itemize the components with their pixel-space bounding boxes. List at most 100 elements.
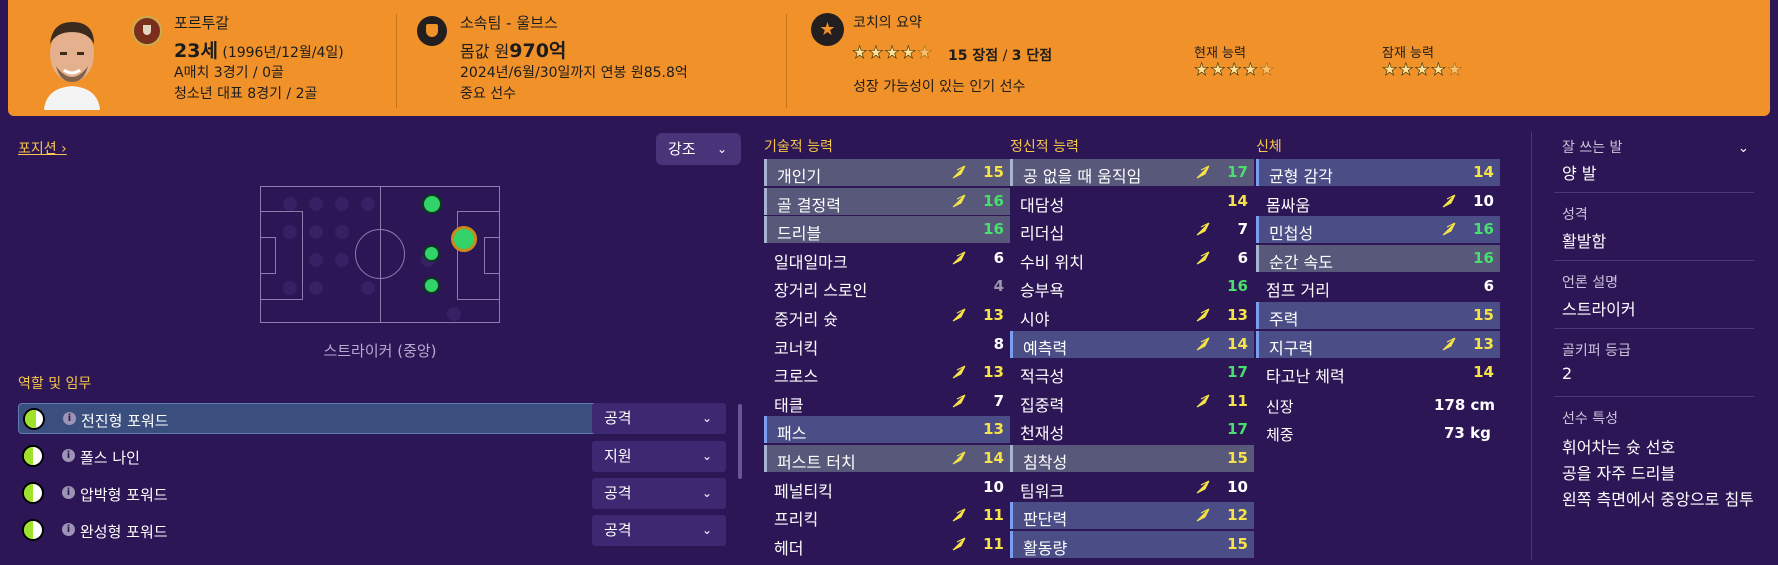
training-arrow-icon bbox=[1196, 222, 1210, 236]
attribute-row[interactable]: 천재성 17 bbox=[1010, 416, 1254, 443]
attribute-row[interactable]: 코너킥 8 bbox=[764, 331, 1010, 358]
duty-dropdown[interactable]: 지원 ⌄ bbox=[592, 441, 726, 472]
attribute-row[interactable]: 수비 위치 6 bbox=[1010, 245, 1254, 272]
role-name: 폴스 나인 bbox=[80, 449, 140, 467]
attribute-row[interactable]: 퍼스트 터치 14 bbox=[764, 445, 1010, 472]
duty-dropdown[interactable]: 공격 ⌄ bbox=[592, 403, 726, 434]
chevron-down-icon: ⌄ bbox=[701, 486, 712, 500]
value-label: 몸값 원 bbox=[460, 42, 510, 61]
attribute-row[interactable]: 집중력 11 bbox=[1010, 388, 1254, 415]
goalkeeper-rating-value: 2 bbox=[1562, 364, 1573, 383]
pitch-center-circle bbox=[355, 229, 405, 279]
attribute-row[interactable]: 지구력 13 bbox=[1256, 330, 1500, 358]
position-link[interactable]: 포지션 › bbox=[18, 138, 67, 158]
attribute-row[interactable]: 크로스 13 bbox=[764, 359, 1010, 386]
emphasis-dropdown[interactable]: 강조 ⌄ bbox=[656, 133, 741, 165]
attribute-value: 11 bbox=[983, 534, 1004, 553]
attribute-row[interactable]: 장거리 스로인 4 bbox=[764, 273, 1010, 300]
info-icon[interactable]: i bbox=[62, 449, 75, 462]
attribute-value: 6 bbox=[993, 248, 1004, 267]
info-icon[interactable]: i bbox=[62, 486, 75, 499]
attribute-row[interactable]: 패스 13 bbox=[764, 416, 1010, 444]
position-slot bbox=[283, 281, 297, 295]
attribute-value: 14 bbox=[1473, 163, 1494, 181]
player-portrait bbox=[44, 22, 100, 110]
attribute-value: 16 bbox=[1227, 277, 1248, 296]
attribute-row[interactable]: 대담성 14 bbox=[1010, 188, 1254, 215]
mental-title: 정신적 능력 bbox=[1010, 139, 1079, 155]
info-divider bbox=[1554, 260, 1754, 261]
international-caps: A매치 3경기 / 0골 bbox=[174, 65, 284, 81]
club-name[interactable]: 소속팀 - 울브스 bbox=[460, 12, 558, 33]
position-slot bbox=[309, 197, 323, 211]
attribute-row[interactable]: 적극성 17 bbox=[1010, 359, 1254, 386]
info-icon[interactable]: i bbox=[62, 523, 75, 536]
attribute-name: 개인기 bbox=[777, 167, 822, 186]
attribute-row[interactable]: 중거리 슛 13 bbox=[764, 302, 1010, 329]
attribute-name: 골 결정력 bbox=[777, 195, 841, 215]
attribute-name: 균형 감각 bbox=[1269, 167, 1333, 186]
attribute-value: 14 bbox=[1227, 191, 1248, 210]
attribute-row[interactable]: 점프 거리 6 bbox=[1256, 273, 1500, 300]
attribute-row[interactable]: 팀워크 10 bbox=[1010, 474, 1254, 501]
coach-rating-stars: ★★★★★ bbox=[852, 43, 934, 64]
attribute-name: 리더십 bbox=[1020, 224, 1065, 244]
position-slot bbox=[335, 225, 349, 239]
attribute-row[interactable]: 개인기 15 bbox=[764, 159, 1010, 186]
attribute-row[interactable]: 활동량 15 bbox=[1010, 530, 1254, 558]
info-icon[interactable]: i bbox=[63, 412, 76, 425]
attribute-row[interactable]: 태클 7 bbox=[764, 388, 1010, 415]
attribute-row[interactable]: 리더십 7 bbox=[1010, 216, 1254, 243]
attribute-value: 11 bbox=[983, 506, 1004, 525]
role-name: 완성형 포워드 bbox=[80, 523, 168, 541]
attribute-row[interactable]: 공 없을 때 움직임 17 bbox=[1010, 159, 1254, 186]
chevron-down-icon: ⌄ bbox=[701, 523, 712, 537]
attribute-value: 10 bbox=[983, 477, 1004, 496]
attribute-row[interactable]: 균형 감각 14 bbox=[1256, 159, 1500, 186]
attribute-row[interactable]: 예측력 14 bbox=[1010, 330, 1254, 358]
attribute-row[interactable]: 몸싸움 10 bbox=[1256, 188, 1500, 215]
attribute-value: 12 bbox=[1227, 506, 1248, 525]
attribute-name: 지구력 bbox=[1269, 338, 1314, 358]
weight-label: 체중 bbox=[1266, 426, 1294, 444]
nationality[interactable]: 포르투갈 bbox=[174, 12, 229, 33]
attribute-row[interactable]: 프리킥 11 bbox=[764, 502, 1010, 529]
current-ability-label: 현재 능력 bbox=[1194, 46, 1246, 61]
attribute-name: 대담성 bbox=[1020, 195, 1065, 215]
attribute-row[interactable]: 순간 속도 16 bbox=[1256, 244, 1500, 272]
attribute-row[interactable]: 타고난 체력 14 bbox=[1256, 359, 1500, 386]
attribute-row[interactable]: 침착성 15 bbox=[1010, 445, 1254, 472]
attribute-value: 14 bbox=[1227, 334, 1248, 353]
position-dot-left-winger bbox=[422, 194, 442, 214]
attribute-row[interactable]: 승부욕 16 bbox=[1010, 273, 1254, 300]
attribute-row[interactable]: 드리블 16 bbox=[764, 216, 1010, 244]
chevron-down-icon[interactable]: ⌄ bbox=[1738, 141, 1749, 156]
role-suitability-icon bbox=[23, 408, 45, 430]
strengths: 15 장점 bbox=[948, 48, 999, 64]
attribute-row[interactable]: 일대일마크 6 bbox=[764, 245, 1010, 272]
position-slot bbox=[361, 281, 375, 295]
attribute-row[interactable]: 골 결정력 16 bbox=[764, 187, 1010, 215]
attribute-row[interactable]: 페널티킥 10 bbox=[764, 474, 1010, 501]
attribute-row[interactable]: 판단력 12 bbox=[1010, 502, 1254, 530]
training-arrow-icon bbox=[952, 165, 966, 179]
position-slot bbox=[309, 253, 323, 267]
attribute-row[interactable]: 민첩성 16 bbox=[1256, 216, 1500, 244]
attribute-row[interactable]: 주력 15 bbox=[1256, 302, 1500, 329]
squad-status: 중요 선수 bbox=[460, 86, 516, 102]
age-line: 23세 (1996년/12월/4일) bbox=[174, 36, 344, 63]
position-slot bbox=[283, 197, 297, 211]
chevron-right-icon: › bbox=[61, 141, 67, 157]
roles-scrollbar[interactable] bbox=[738, 404, 742, 479]
personality-label: 성격 bbox=[1562, 207, 1588, 223]
attribute-row[interactable]: 헤더 11 bbox=[764, 531, 1010, 558]
role-name: 압박형 포워드 bbox=[80, 486, 168, 504]
position-slot bbox=[283, 225, 297, 239]
attribute-value: 17 bbox=[1227, 420, 1248, 439]
duty-dropdown[interactable]: 공격 ⌄ bbox=[592, 515, 726, 546]
attribute-name: 천재성 bbox=[1020, 424, 1065, 444]
duty-dropdown[interactable]: 공격 ⌄ bbox=[592, 478, 726, 509]
position-pitch bbox=[260, 186, 500, 323]
attribute-value: 14 bbox=[1473, 363, 1494, 382]
attribute-row[interactable]: 시야 13 bbox=[1010, 302, 1254, 329]
